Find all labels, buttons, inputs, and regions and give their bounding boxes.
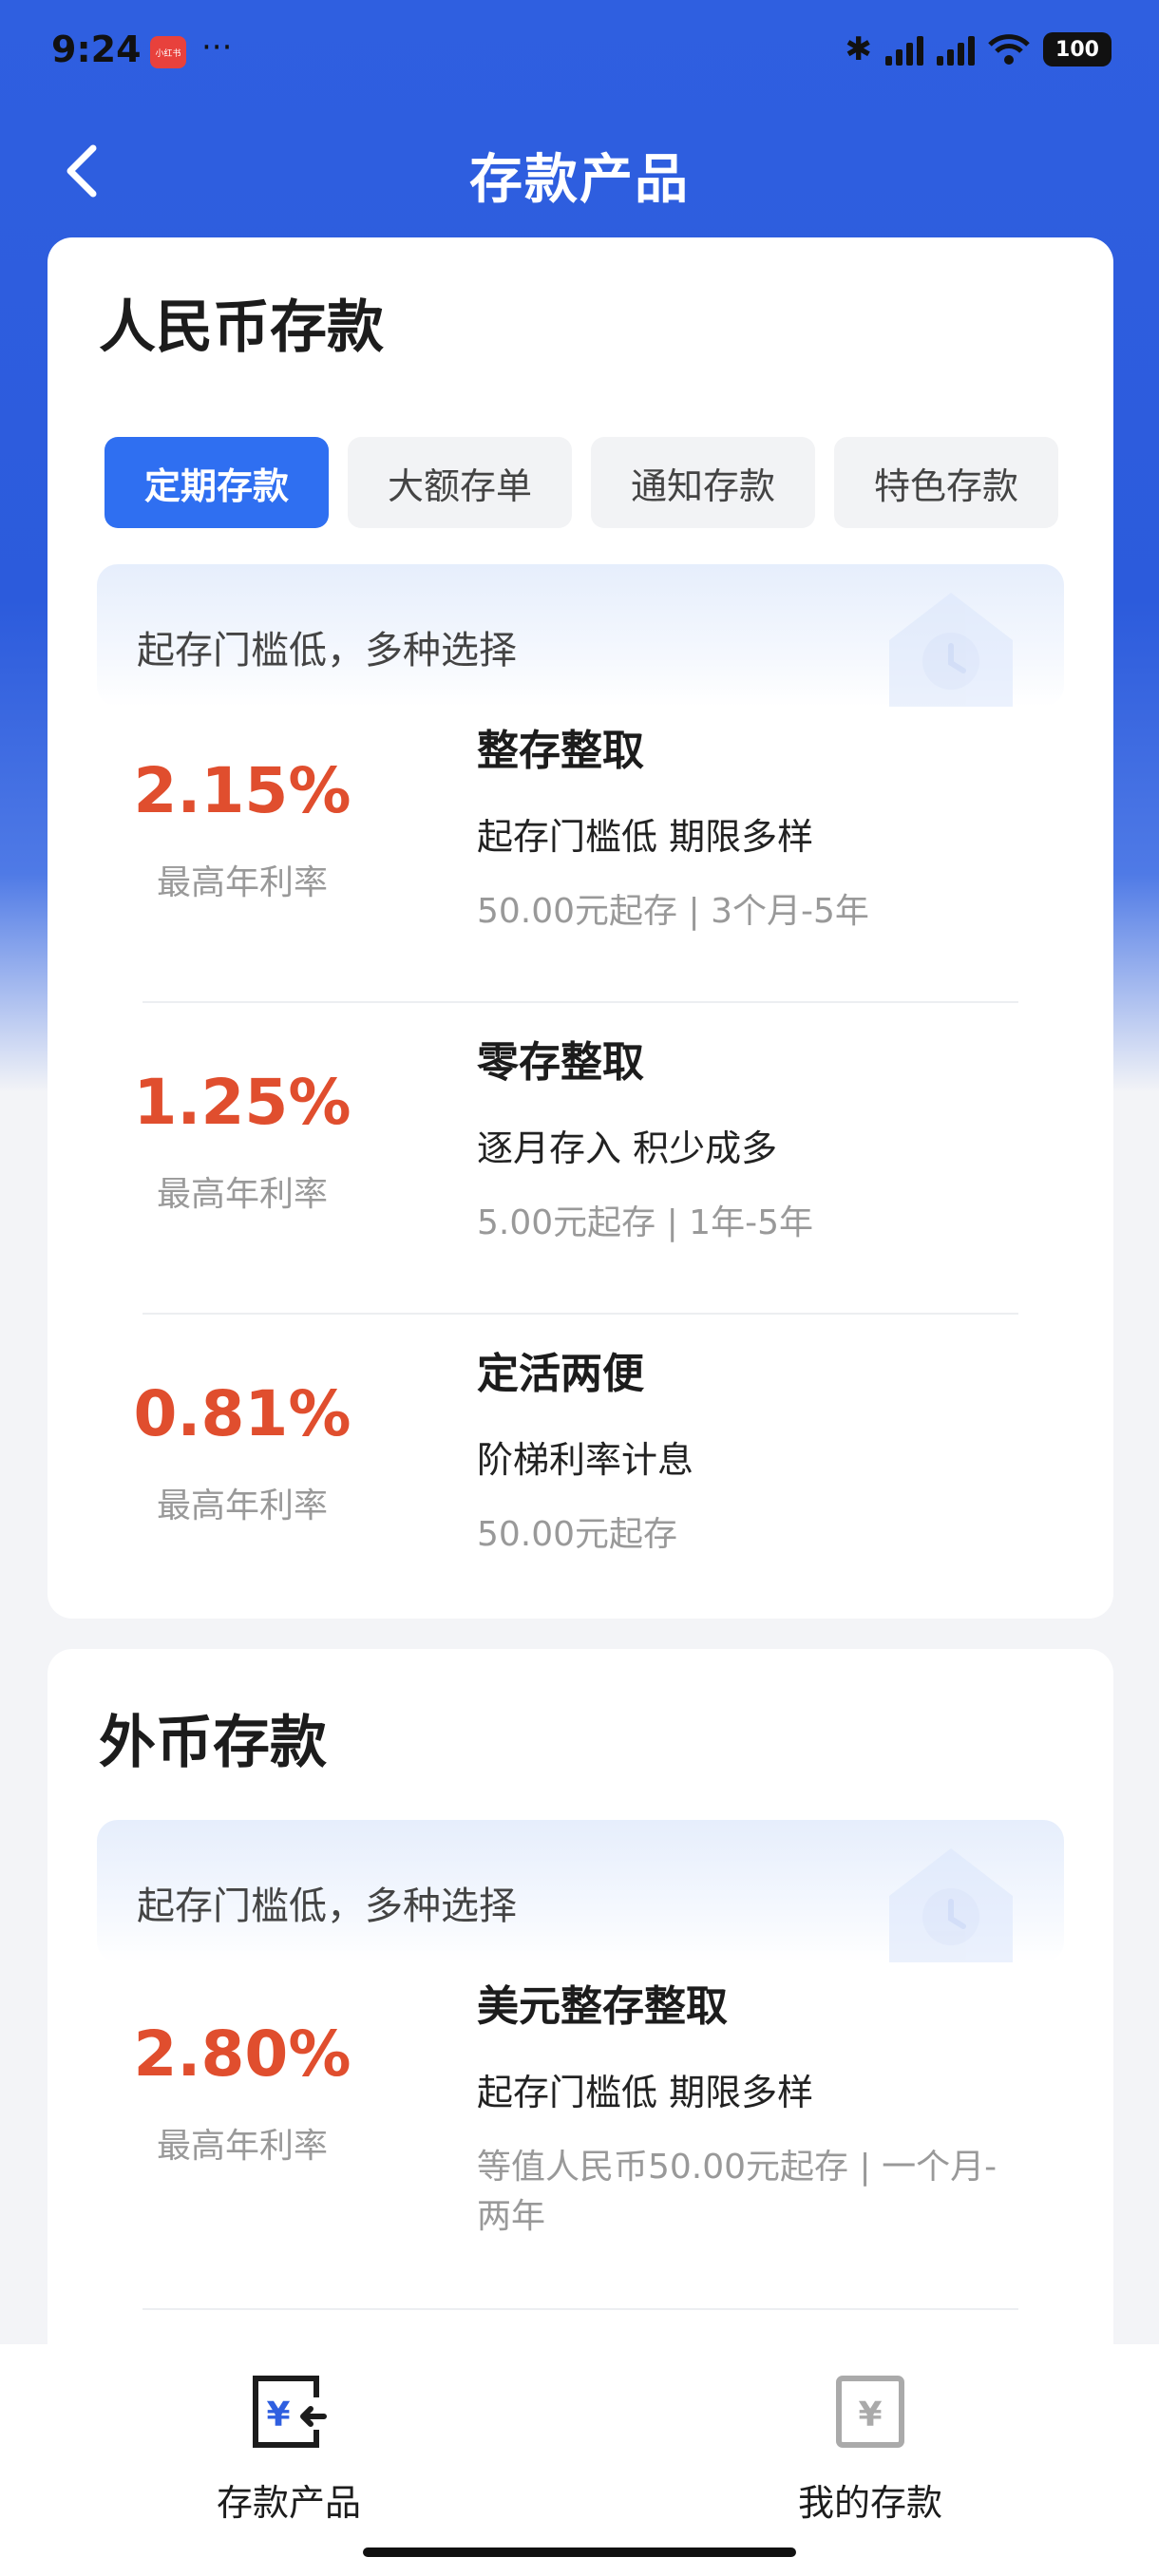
clock-house-icon [889, 593, 1013, 707]
tab-fixed-deposit[interactable]: 定期存款 [104, 437, 329, 528]
signal-icon-2 [937, 33, 975, 66]
product-item[interactable]: 1.25% 最高年利率 零存整取 逐月存入 积少成多 5.00元起存 | 1年-… [48, 1005, 1113, 1316]
deposit-type-tabs: 定期存款 大额存单 通知存款 特色存款 [104, 437, 1058, 528]
rate-label: 最高年利率 [156, 1487, 328, 1525]
product-item[interactable]: 2.15% 最高年利率 整存整取 起存门槛低 期限多样 50.00元起存 | 3… [48, 693, 1113, 1005]
home-indicator [363, 2548, 796, 2557]
section-title: 外币存款 [99, 1710, 327, 1776]
product-name: 美元整存整取 [477, 1982, 728, 2031]
rate-value: 2.15% [133, 754, 352, 827]
rate-label: 最高年利率 [156, 863, 328, 902]
tab-my-deposits[interactable]: ¥ 我的存款 [728, 2363, 1013, 2534]
svg-text:¥: ¥ [266, 2396, 290, 2434]
wifi-icon [988, 33, 1030, 66]
divider [142, 1313, 1018, 1315]
svg-text:¥: ¥ [858, 2396, 882, 2434]
tab-large-cd[interactable]: 大额存单 [348, 437, 572, 528]
product-item[interactable]: 2.80% 最高年利率 美元整存整取 起存门槛低 期限多样 等值人民币50.00… [48, 1949, 1113, 2261]
product-meta: 50.00元起存 | 3个月-5年 [477, 892, 869, 931]
status-time: 9:24 [51, 28, 142, 70]
rate-label: 最高年利率 [156, 2127, 328, 2166]
nav-bar: 存款产品 [0, 123, 1159, 218]
tab-notice-deposit[interactable]: 通知存款 [591, 437, 815, 528]
tab-label: 我的存款 [797, 2482, 942, 2524]
rate-value: 1.25% [133, 1066, 352, 1139]
product-feature: 起存门槛低 期限多样 [477, 816, 814, 858]
signal-icon [885, 33, 923, 66]
product-feature: 逐月存入 积少成多 [477, 1127, 778, 1169]
bluetooth-icon: ✱ [845, 30, 873, 68]
product-meta: 50.00元起存 [477, 1515, 678, 1554]
product-name: 整存整取 [477, 727, 644, 775]
my-deposits-icon: ¥ [836, 2376, 904, 2448]
promo-banner: 起存门槛低，多种选择 [97, 564, 1064, 707]
status-bar: 9:24 小红书 ··· ✱ 100 [0, 0, 1159, 104]
product-feature: 起存门槛低 期限多样 [477, 2072, 814, 2113]
product-feature: 阶梯利率计息 [477, 1439, 694, 1481]
bottom-tab-bar: ¥ 存款产品 ¥ 我的存款 [0, 2344, 1159, 2576]
banner-text: 起存门槛低，多种选择 [137, 1885, 517, 1928]
product-name: 零存整取 [477, 1038, 644, 1087]
promo-banner: 起存门槛低，多种选择 [97, 1820, 1064, 1962]
rate-label: 最高年利率 [156, 1175, 328, 1214]
rate-value: 2.80% [133, 2017, 352, 2091]
product-name: 定活两便 [477, 1350, 644, 1398]
divider [142, 1001, 1018, 1003]
tab-label: 存款产品 [216, 2482, 361, 2524]
product-meta: 5.00元起存 | 1年-5年 [477, 1203, 813, 1242]
deposit-products-icon: ¥ [253, 2376, 327, 2448]
rmb-deposit-card: 人民币存款 定期存款 大额存单 通知存款 特色存款 起存门槛低，多种选择 2.1… [48, 237, 1113, 1619]
more-notifications-icon: ··· [201, 28, 233, 66]
notification-app-icon: 小红书 [150, 36, 186, 68]
banner-text: 起存门槛低，多种选择 [137, 629, 517, 672]
section-title: 人民币存款 [99, 294, 384, 361]
battery-icon: 100 [1043, 32, 1112, 66]
page-title: 存款产品 [469, 149, 690, 211]
product-meta: 等值人民币50.00元起存 | 一个月-两年 [477, 2148, 998, 2236]
tab-special-deposit[interactable]: 特色存款 [834, 437, 1058, 528]
rate-value: 0.81% [133, 1377, 352, 1450]
fx-deposit-card: 外币存款 起存门槛低，多种选择 2.80% 最高年利率 美元整存整取 起存门槛低… [48, 1649, 1113, 2409]
divider [142, 2308, 1018, 2310]
tab-deposit-products[interactable]: ¥ 存款产品 [146, 2363, 431, 2534]
product-item[interactable]: 0.81% 最高年利率 定活两便 阶梯利率计息 50.00元起存 [48, 1316, 1113, 1628]
clock-house-icon [889, 1848, 1013, 1962]
